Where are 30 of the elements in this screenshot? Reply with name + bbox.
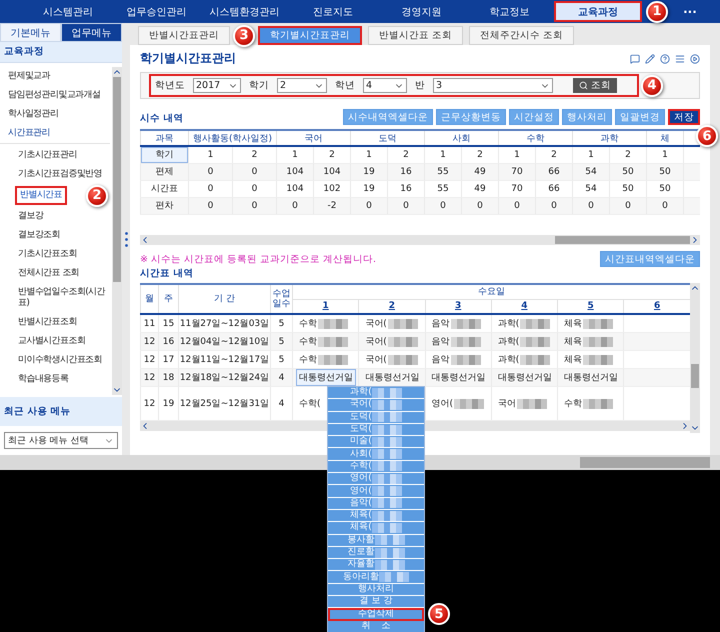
table-cell: 0 [188,198,232,214]
filter-label: 학년 [335,79,355,92]
table-cell: 0 [572,198,610,214]
filter-label: 학년도 [155,79,185,92]
step-badge: 5 [428,603,450,626]
sidebar-section-title: 교육과정 [0,42,122,63]
table-cell: 0 [610,198,646,214]
step-badge: 1 [646,0,668,22]
step-badge: 3 [233,24,255,46]
table-cell: 0 [536,198,572,214]
table-cell: 0 [462,198,498,214]
table-cell: 0 [498,198,536,214]
table-cell: 0 [350,198,388,214]
section-title: 시간표 내역 [140,267,194,280]
note-text: ※ 시수는 시간표에 등록된 교과기준으로 계산됩니다. [140,252,376,266]
step-badge: 2 [86,184,108,206]
table-cell: 0 [424,198,462,214]
section-title: 시수 내역 [140,112,184,125]
filter-label: 학기 [249,79,269,92]
filter-label: 반 [415,79,425,92]
column-header: 수요일 [292,284,690,299]
step-badge: 4 [641,74,663,96]
table-cell: 0 [646,198,684,214]
table-cell: 0 [388,198,424,214]
recent-menu-title: 최근 사용 메뉴 [0,397,122,426]
table-cell: -2 [314,198,350,214]
step-badge: 6 [696,125,718,147]
table-cell: 0 [232,198,276,214]
table-cell: 0 [276,198,314,214]
page-title: 학기별시간표관리 [140,50,236,67]
